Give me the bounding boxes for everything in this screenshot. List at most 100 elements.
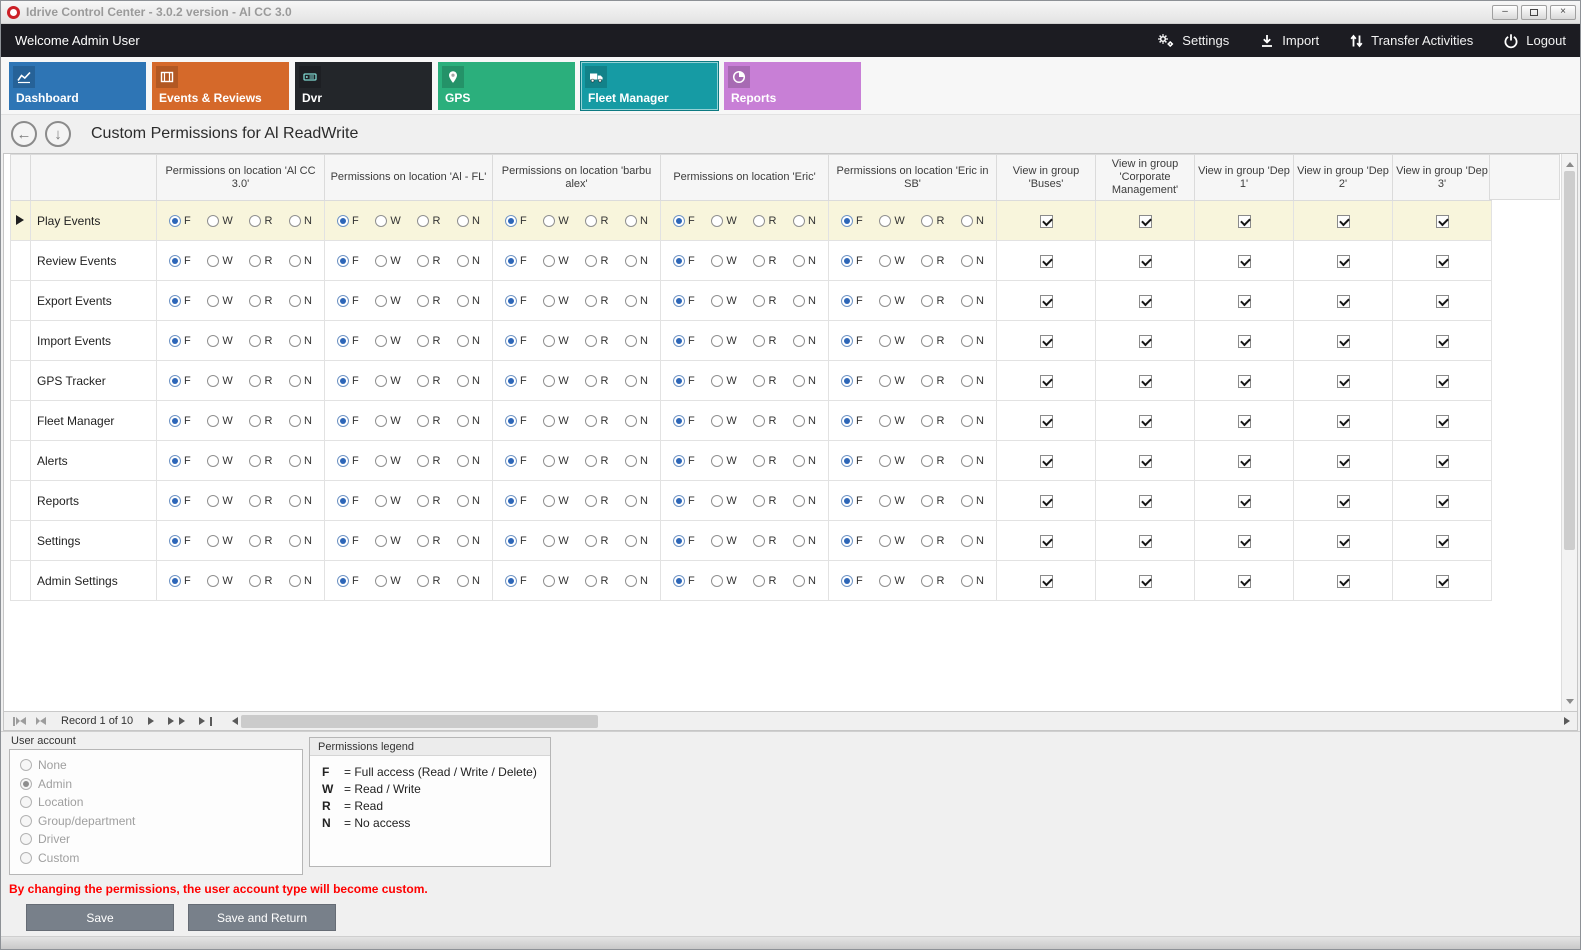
permission-radio-W[interactable]: W <box>207 255 232 267</box>
permission-radio-N[interactable]: N <box>961 575 984 587</box>
permission-radio-R[interactable]: R <box>249 255 272 267</box>
group-checkbox[interactable] <box>1337 455 1350 468</box>
permission-radio-W[interactable]: W <box>711 335 736 347</box>
permission-radio-R[interactable]: R <box>921 295 944 307</box>
group-checkbox[interactable] <box>1337 215 1350 228</box>
permission-radio-N[interactable]: N <box>793 255 816 267</box>
next-record-button[interactable] <box>143 712 163 730</box>
permission-radio-W[interactable]: W <box>711 255 736 267</box>
group-checkbox[interactable] <box>1238 455 1251 468</box>
permission-radio-N[interactable]: N <box>457 455 480 467</box>
permission-radio-F[interactable]: F <box>673 415 695 427</box>
permission-radio-N[interactable]: N <box>961 215 984 227</box>
group-checkbox[interactable] <box>1238 255 1251 268</box>
permission-radio-R[interactable]: R <box>249 295 272 307</box>
permission-radio-R[interactable]: R <box>417 215 440 227</box>
permission-radio-W[interactable]: W <box>879 495 904 507</box>
group-checkbox[interactable] <box>1139 335 1152 348</box>
permission-radio-W[interactable]: W <box>207 215 232 227</box>
tab-gps[interactable]: GPS <box>438 62 575 110</box>
permission-radio-R[interactable]: R <box>417 535 440 547</box>
permission-radio-R[interactable]: R <box>585 535 608 547</box>
group-checkbox[interactable] <box>1238 295 1251 308</box>
permission-radio-R[interactable]: R <box>585 495 608 507</box>
scroll-up-icon[interactable] <box>1562 154 1577 170</box>
permission-radio-F[interactable]: F <box>337 255 359 267</box>
group-checkbox[interactable] <box>1238 535 1251 548</box>
group-checkbox[interactable] <box>1238 575 1251 588</box>
permission-radio-W[interactable]: W <box>543 415 568 427</box>
vertical-scrollbar[interactable] <box>1561 154 1577 711</box>
permission-radio-F[interactable]: F <box>169 375 191 387</box>
user-account-option-group-department[interactable]: Group/department <box>20 812 292 831</box>
permission-radio-R[interactable]: R <box>585 575 608 587</box>
permission-radio-R[interactable]: R <box>417 295 440 307</box>
permission-radio-R[interactable]: R <box>921 215 944 227</box>
table-row[interactable]: Review EventsFWRNFWRNFWRNFWRNFWRN <box>11 241 1492 281</box>
permission-radio-F[interactable]: F <box>505 255 527 267</box>
back-button[interactable]: ← <box>11 121 37 147</box>
permission-radio-R[interactable]: R <box>753 575 776 587</box>
permission-radio-F[interactable]: F <box>505 335 527 347</box>
permission-radio-N[interactable]: N <box>289 215 312 227</box>
group-checkbox[interactable] <box>1337 535 1350 548</box>
permission-radio-W[interactable]: W <box>543 455 568 467</box>
group-checkbox[interactable] <box>1040 415 1053 428</box>
permission-radio-F[interactable]: F <box>841 535 863 547</box>
permission-radio-N[interactable]: N <box>457 255 480 267</box>
permission-radio-F[interactable]: F <box>505 495 527 507</box>
horizontal-scrollbar[interactable] <box>225 714 1577 729</box>
permission-radio-F[interactable]: F <box>673 215 695 227</box>
group-checkbox[interactable] <box>1139 255 1152 268</box>
permission-radio-R[interactable]: R <box>753 255 776 267</box>
permission-radio-N[interactable]: N <box>961 495 984 507</box>
permission-radio-F[interactable]: F <box>673 335 695 347</box>
permission-radio-N[interactable]: N <box>961 255 984 267</box>
group-checkbox[interactable] <box>1436 495 1449 508</box>
permission-radio-F[interactable]: F <box>337 215 359 227</box>
table-row[interactable]: Export EventsFWRNFWRNFWRNFWRNFWRN <box>11 281 1492 321</box>
permission-radio-F[interactable]: F <box>505 295 527 307</box>
transfer-activities-button[interactable]: Transfer Activities <box>1349 33 1473 49</box>
permission-radio-F[interactable]: F <box>169 495 191 507</box>
group-checkbox[interactable] <box>1139 375 1152 388</box>
table-row[interactable]: Play EventsFWRNFWRNFWRNFWRNFWRN <box>11 201 1492 241</box>
group-checkbox[interactable] <box>1436 255 1449 268</box>
permission-radio-F[interactable]: F <box>673 535 695 547</box>
permission-radio-N[interactable]: N <box>793 375 816 387</box>
permission-radio-R[interactable]: R <box>753 415 776 427</box>
permission-radio-W[interactable]: W <box>711 415 736 427</box>
group-checkbox[interactable] <box>1436 295 1449 308</box>
permission-radio-W[interactable]: W <box>207 575 232 587</box>
group-checkbox[interactable] <box>1238 215 1251 228</box>
group-checkbox[interactable] <box>1436 415 1449 428</box>
permission-radio-R[interactable]: R <box>249 335 272 347</box>
permission-radio-R[interactable]: R <box>585 295 608 307</box>
permission-radio-R[interactable]: R <box>417 255 440 267</box>
permission-radio-W[interactable]: W <box>879 375 904 387</box>
user-account-option-custom[interactable]: Custom <box>20 849 292 868</box>
permission-radio-R[interactable]: R <box>249 495 272 507</box>
permission-radio-F[interactable]: F <box>841 575 863 587</box>
permission-radio-W[interactable]: W <box>879 455 904 467</box>
permission-radio-W[interactable]: W <box>375 295 400 307</box>
permission-radio-N[interactable]: N <box>961 335 984 347</box>
permission-radio-N[interactable]: N <box>793 495 816 507</box>
group-checkbox[interactable] <box>1139 575 1152 588</box>
permission-radio-F[interactable]: F <box>337 535 359 547</box>
vertical-scroll-thumb[interactable] <box>1564 171 1575 550</box>
permission-radio-W[interactable]: W <box>543 495 568 507</box>
table-row[interactable]: GPS TrackerFWRNFWRNFWRNFWRNFWRN <box>11 361 1492 401</box>
permission-radio-R[interactable]: R <box>417 415 440 427</box>
permission-radio-N[interactable]: N <box>289 335 312 347</box>
group-checkbox[interactable] <box>1337 495 1350 508</box>
permission-radio-N[interactable]: N <box>289 575 312 587</box>
permission-radio-F[interactable]: F <box>169 415 191 427</box>
permission-radio-N[interactable]: N <box>793 295 816 307</box>
prev-record-button[interactable] <box>31 712 51 730</box>
close-button[interactable]: × <box>1550 5 1576 20</box>
permission-radio-W[interactable]: W <box>879 575 904 587</box>
permission-radio-F[interactable]: F <box>337 415 359 427</box>
permission-radio-R[interactable]: R <box>417 495 440 507</box>
permission-radio-F[interactable]: F <box>337 375 359 387</box>
